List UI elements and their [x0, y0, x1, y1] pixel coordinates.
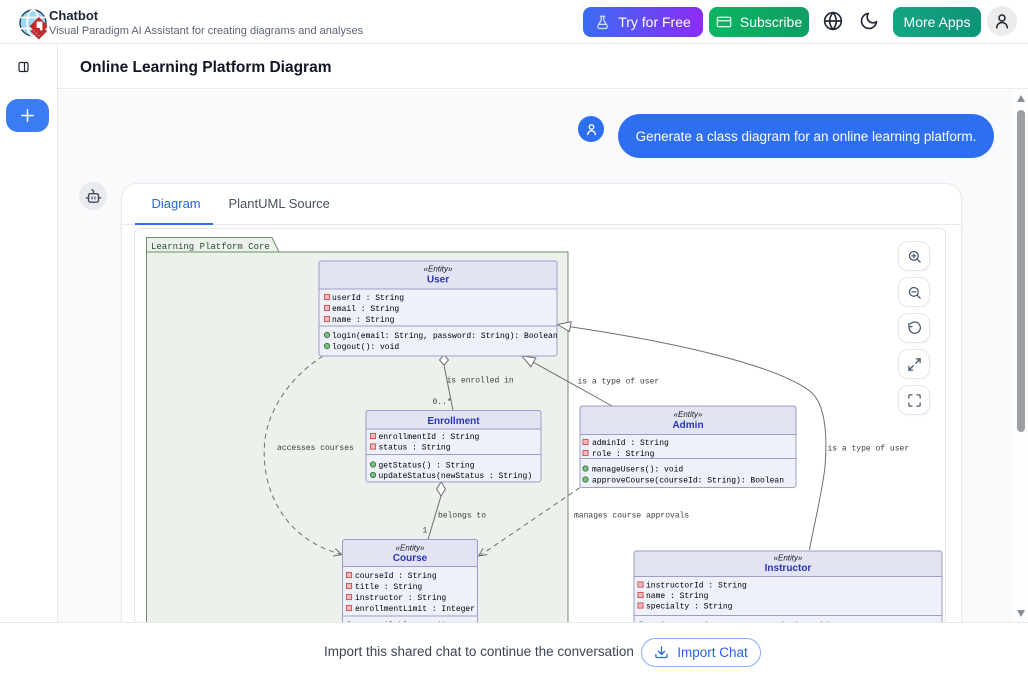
svg-text:Instructor: Instructor [765, 563, 812, 574]
svg-text:is a type of user: is a type of user [578, 378, 660, 387]
svg-text:title : String: title : String [355, 583, 422, 592]
svg-text:«Entity»: «Entity» [396, 544, 425, 553]
svg-text:belongs to: belongs to [438, 512, 486, 521]
svg-text:instructor : String: instructor : String [355, 594, 446, 603]
svg-text:instructorId : String: instructorId : String [646, 582, 747, 591]
svg-text:Admin: Admin [672, 420, 703, 431]
svg-text:specialty : String: specialty : String [646, 603, 733, 612]
svg-text:courseId : String: courseId : String [355, 572, 437, 581]
svg-text:enrollmentId : String: enrollmentId : String [379, 433, 480, 442]
svg-text:status : String: status : String [379, 444, 451, 453]
svg-text:name : String: name : String [332, 316, 395, 325]
svg-text:manageUsers(): void: manageUsers(): void [592, 466, 683, 475]
svg-text:«Entity»: «Entity» [424, 265, 453, 274]
svg-text:User: User [427, 275, 449, 286]
svg-text:role : String: role : String [592, 450, 655, 459]
svg-text:Learning Platform Core: Learning Platform Core [151, 242, 270, 252]
svg-text:enrollmentLimit : Integer: enrollmentLimit : Integer [355, 605, 475, 614]
svg-text:Enrollment: Enrollment [427, 416, 480, 427]
svg-text:manages course approvals: manages course approvals [574, 512, 689, 521]
svg-text:login(email: String, password:: login(email: String, password: String): … [332, 332, 558, 341]
svg-text:userId : String: userId : String [332, 294, 404, 303]
svg-text:is enrolled in: is enrolled in [447, 377, 514, 386]
svg-text:logout(): void: logout(): void [332, 343, 399, 352]
svg-text:email : String: email : String [332, 305, 399, 314]
svg-text:updateStatus(newStatus : Strin: updateStatus(newStatus : String) [379, 472, 533, 481]
svg-text:0..*: 0..* [433, 398, 452, 407]
svg-text:name : String: name : String [646, 592, 709, 601]
svg-text:approveCourse(courseId: String: approveCourse(courseId: String): Boolean [592, 477, 784, 486]
svg-text:«Entity»: «Entity» [674, 410, 703, 419]
svg-text:adminId : String: adminId : String [592, 439, 669, 448]
svg-text:Course: Course [393, 553, 428, 564]
svg-text:«Entity»: «Entity» [774, 554, 803, 563]
svg-text:1: 1 [423, 527, 428, 536]
svg-text:accesses courses: accesses courses [277, 444, 354, 453]
svg-text:getStatus() : String: getStatus() : String [379, 462, 475, 471]
svg-text:is a type of user: is a type of user [828, 445, 910, 454]
